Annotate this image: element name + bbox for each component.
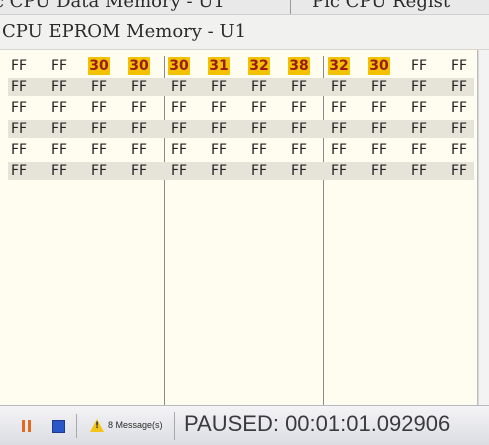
memory-byte[interactable]: FF: [248, 120, 270, 138]
messages-label: 8 Message(s): [108, 420, 163, 430]
memory-byte[interactable]: 30: [368, 57, 390, 75]
memory-byte[interactable]: FF: [168, 78, 190, 96]
memory-row: FF FF 30 30 30 31 32 38 32 30 FF FF: [8, 57, 474, 75]
memory-byte[interactable]: FF: [128, 78, 150, 96]
memory-byte[interactable]: FF: [128, 141, 150, 159]
memory-byte[interactable]: FF: [208, 141, 230, 159]
memory-byte[interactable]: FF: [288, 99, 310, 117]
memory-byte[interactable]: FF: [328, 120, 350, 138]
memory-byte[interactable]: FF: [8, 78, 30, 96]
memory-byte[interactable]: FF: [88, 120, 110, 138]
vertical-scrollbar[interactable]: [478, 50, 489, 405]
warning-icon: !: [90, 419, 104, 432]
memory-byte[interactable]: FF: [48, 57, 70, 75]
memory-byte[interactable]: FF: [8, 162, 30, 180]
memory-byte[interactable]: FF: [88, 78, 110, 96]
memory-row: FF FF FF FF FF FF FF FF FF FF FF FF: [8, 99, 474, 117]
memory-byte[interactable]: FF: [208, 78, 230, 96]
memory-byte[interactable]: FF: [248, 99, 270, 117]
memory-byte[interactable]: FF: [248, 78, 270, 96]
memory-byte[interactable]: FF: [448, 141, 470, 159]
memory-byte[interactable]: 38: [288, 57, 310, 75]
memory-byte[interactable]: FF: [448, 162, 470, 180]
memory-byte[interactable]: FF: [328, 99, 350, 117]
memory-byte[interactable]: FF: [128, 120, 150, 138]
simulation-status: PAUSED: 00:01:01.092906: [184, 411, 451, 436]
memory-byte[interactable]: FF: [8, 120, 30, 138]
memory-byte[interactable]: FF: [408, 141, 430, 159]
tab-cpu-registers[interactable]: Pic CPU Regist: [312, 0, 450, 12]
memory-byte[interactable]: FF: [8, 57, 30, 75]
memory-row: FF FF FF FF FF FF FF FF FF FF FF FF: [8, 141, 474, 159]
memory-byte[interactable]: FF: [288, 141, 310, 159]
memory-byte[interactable]: FF: [448, 57, 470, 75]
memory-byte[interactable]: FF: [408, 120, 430, 138]
memory-byte[interactable]: FF: [288, 162, 310, 180]
pause-icon[interactable]: [22, 420, 32, 432]
memory-byte[interactable]: FF: [368, 162, 390, 180]
toolbar-separator: [76, 414, 77, 438]
memory-byte[interactable]: FF: [88, 162, 110, 180]
memory-byte[interactable]: FF: [328, 141, 350, 159]
memory-byte[interactable]: FF: [408, 162, 430, 180]
memory-byte[interactable]: 30: [128, 57, 150, 75]
memory-byte[interactable]: FF: [328, 162, 350, 180]
window-title: CPU EPROM Memory - U1: [2, 21, 247, 42]
tab-data-memory[interactable]: Pic CPU Data Memory - U1: [0, 0, 225, 12]
memory-byte[interactable]: 32: [328, 57, 350, 75]
stop-icon[interactable]: [52, 420, 65, 433]
memory-byte[interactable]: FF: [448, 78, 470, 96]
memory-byte[interactable]: FF: [48, 162, 70, 180]
memory-byte[interactable]: FF: [368, 141, 390, 159]
document-tab-strip: Pic CPU Data Memory - U1 Pic CPU Regist: [0, 0, 489, 15]
memory-byte[interactable]: FF: [288, 78, 310, 96]
memory-byte[interactable]: FF: [448, 120, 470, 138]
memory-byte[interactable]: FF: [48, 141, 70, 159]
memory-byte[interactable]: FF: [128, 99, 150, 117]
window-title-bar: CPU EPROM Memory - U1: [0, 15, 489, 50]
memory-byte[interactable]: FF: [128, 162, 150, 180]
memory-byte[interactable]: FF: [208, 120, 230, 138]
memory-byte[interactable]: FF: [368, 78, 390, 96]
memory-byte[interactable]: 32: [248, 57, 270, 75]
memory-byte[interactable]: FF: [208, 99, 230, 117]
memory-grid[interactable]: FF FF 30 30 30 31 32 38 32 30 FF FF FF FF FF FF FF FF FF FF…: [0, 50, 478, 405]
memory-byte[interactable]: FF: [8, 99, 30, 117]
memory-byte[interactable]: FF: [448, 99, 470, 117]
memory-row: FF FF FF FF FF FF FF FF FF FF FF FF: [8, 120, 474, 138]
memory-byte[interactable]: 30: [88, 57, 110, 75]
tab-separator: [290, 0, 291, 14]
memory-row: FF FF FF FF FF FF FF FF FF FF FF FF: [8, 162, 474, 180]
memory-byte[interactable]: FF: [88, 99, 110, 117]
memory-byte[interactable]: FF: [368, 99, 390, 117]
memory-byte[interactable]: FF: [168, 162, 190, 180]
memory-byte[interactable]: FF: [408, 78, 430, 96]
memory-byte[interactable]: 30: [168, 57, 190, 75]
memory-byte[interactable]: FF: [168, 99, 190, 117]
memory-byte[interactable]: FF: [408, 57, 430, 75]
status-bar: ! 8 Message(s) PAUSED: 00:01:01.092906: [0, 405, 489, 445]
memory-byte[interactable]: FF: [168, 120, 190, 138]
memory-byte[interactable]: FF: [328, 78, 350, 96]
memory-byte[interactable]: FF: [408, 99, 430, 117]
memory-row: FF FF FF FF FF FF FF FF FF FF FF FF: [8, 78, 474, 96]
memory-byte[interactable]: FF: [48, 99, 70, 117]
memory-byte[interactable]: FF: [88, 141, 110, 159]
memory-byte[interactable]: FF: [168, 141, 190, 159]
memory-byte[interactable]: FF: [248, 162, 270, 180]
memory-byte[interactable]: FF: [288, 120, 310, 138]
toolbar-separator: [174, 412, 175, 440]
memory-byte[interactable]: FF: [368, 120, 390, 138]
memory-byte[interactable]: FF: [248, 141, 270, 159]
memory-byte[interactable]: FF: [208, 162, 230, 180]
memory-byte[interactable]: FF: [48, 78, 70, 96]
memory-byte[interactable]: FF: [8, 141, 30, 159]
messages-button[interactable]: ! 8 Message(s): [84, 414, 172, 438]
memory-byte[interactable]: 31: [208, 57, 230, 75]
memory-byte[interactable]: FF: [48, 120, 70, 138]
